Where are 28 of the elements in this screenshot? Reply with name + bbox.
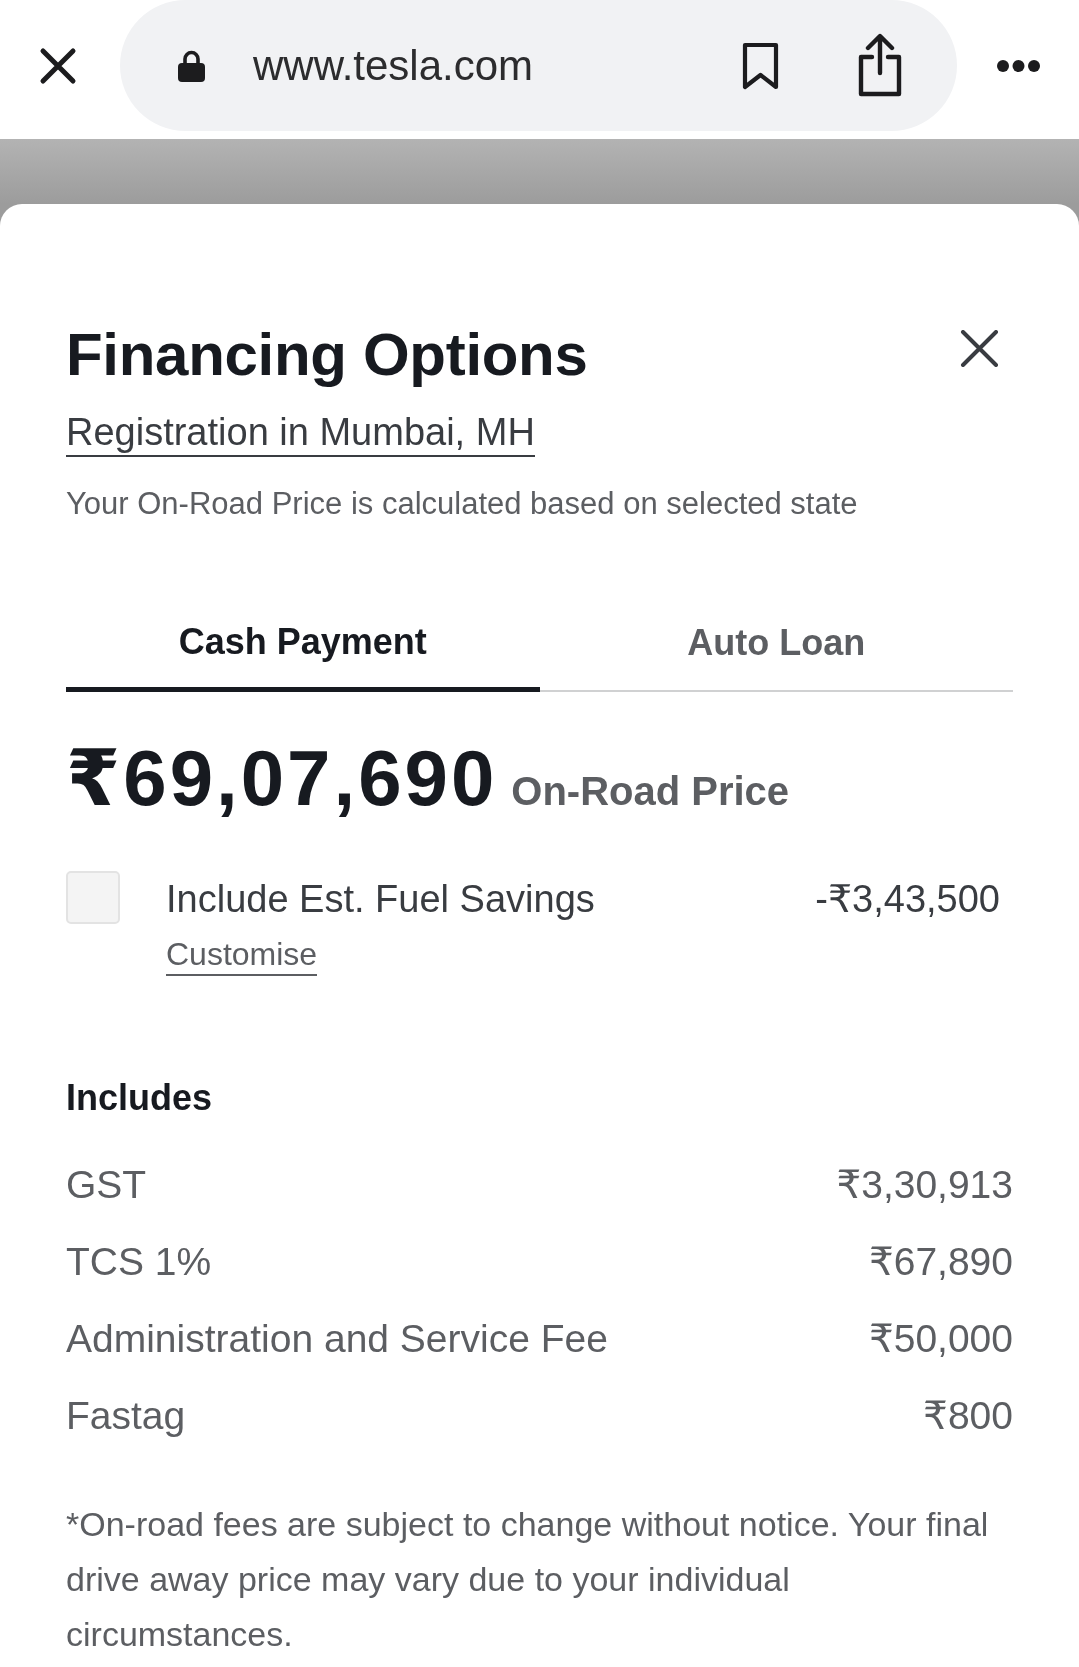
info-text: Your On-Road Price is calculated based on selected state xyxy=(66,485,859,523)
section-heading: Includes xyxy=(66,1076,214,1120)
footnote-text: *On-road fees are subject to change without notice. Your final drive away price may vary due to your individual circumstances. xyxy=(66,1504,990,1655)
fee-label: Administration and Service Fee xyxy=(66,1316,608,1362)
tab[interactable]: Auto Loan xyxy=(539,600,1013,692)
checkbox-label: Include Est. Fuel Savings xyxy=(166,877,595,922)
ellipsis-icon[interactable] xyxy=(996,58,1041,73)
registration-link[interactable]: Registration in Mumbai, MH xyxy=(66,409,535,457)
fee-amount: ₹50,000 xyxy=(868,1316,1013,1362)
checkbox[interactable] xyxy=(66,871,120,924)
fee-amount: ₹67,890 xyxy=(868,1239,1013,1285)
fee-amount: ₹800 xyxy=(923,1393,1013,1439)
fee-label: TCS 1% xyxy=(66,1239,212,1285)
fee-amount: ₹3,30,913 xyxy=(836,1162,1013,1208)
tab[interactable]: Cash Payment xyxy=(66,600,540,692)
address-bar[interactable]: www.tesla.com xyxy=(120,0,957,131)
price-amount: ₹69,07,690 xyxy=(66,733,498,823)
dialog-title: Financing Options xyxy=(66,320,588,390)
close-icon[interactable] xyxy=(960,330,999,367)
price-caption: On-Road Price xyxy=(511,768,790,815)
url-text: www.tesla.com xyxy=(253,40,535,91)
fee-label: Fastag xyxy=(66,1393,186,1439)
savings-amount: -₹3,43,500 xyxy=(815,877,1000,922)
bookmark-icon[interactable] xyxy=(741,41,780,90)
lock-icon xyxy=(178,49,205,82)
customise-link[interactable]: Customise xyxy=(166,934,318,976)
close-icon[interactable] xyxy=(39,46,77,85)
fee-label: GST xyxy=(66,1162,147,1208)
